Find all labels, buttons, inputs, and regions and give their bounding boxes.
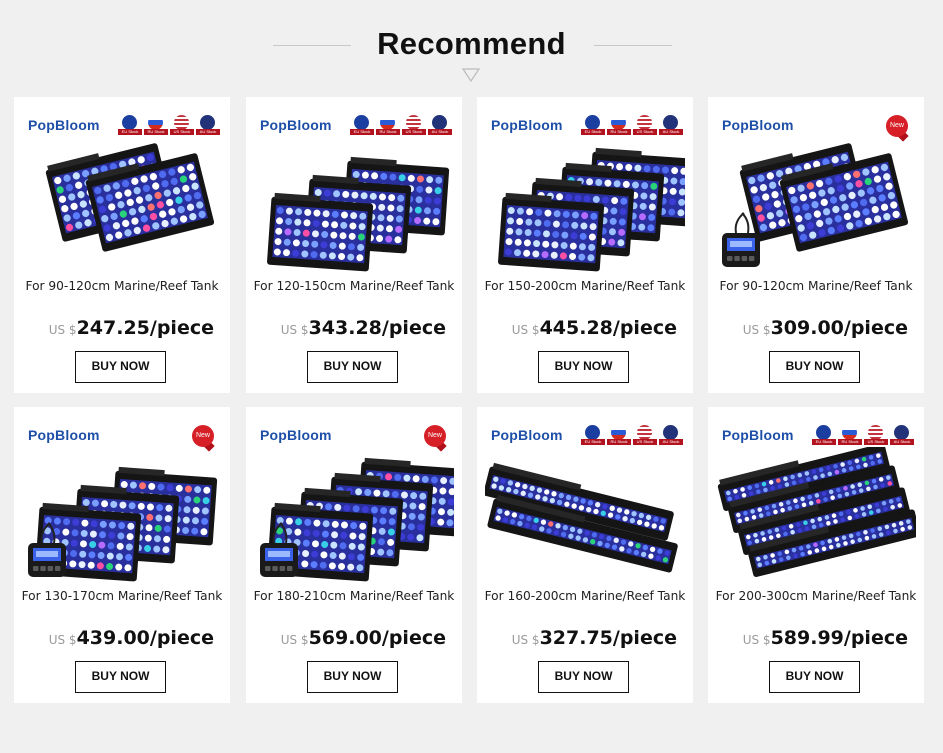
au-flag-icon: AU Stock: [196, 115, 220, 135]
product-description: For 160-200cm Marine/Reef Tank: [484, 589, 686, 603]
currency-prefix: US $: [280, 323, 309, 337]
product-price: US $569.00/piece: [281, 627, 446, 649]
stock-flags: EU Stock RU Stock US Stock AU Stock: [581, 425, 683, 445]
buy-now-button[interactable]: BUY NOW: [75, 661, 166, 693]
price-amount: 343.28/piece: [308, 317, 446, 339]
triangle-down-icon: [462, 68, 480, 82]
price-amount: 439.00/piece: [76, 627, 214, 649]
price-amount: 445.28/piece: [539, 317, 677, 339]
us-flag-icon: US Stock: [864, 425, 888, 445]
au-flag-icon: AU Stock: [659, 115, 683, 135]
price-amount: 327.75/piece: [539, 627, 677, 649]
currency-prefix: US $: [48, 323, 77, 337]
buy-now-button[interactable]: BUY NOW: [769, 351, 860, 383]
price-amount: 309.00/piece: [770, 317, 908, 339]
product-description: For 130-170cm Marine/Reef Tank: [21, 589, 223, 603]
buy-now-button[interactable]: BUY NOW: [307, 661, 398, 693]
buy-now-button[interactable]: BUY NOW: [75, 351, 166, 383]
product-price: US $309.00/piece: [743, 317, 908, 339]
product-description: For 200-300cm Marine/Reef Tank: [715, 589, 917, 603]
header-divider-right: [594, 45, 672, 46]
section-header: Recommend: [0, 0, 943, 92]
led-light-unit: [267, 192, 374, 272]
product-card[interactable]: PopBloom EU Stock RU Stock US Stock AU Stock…: [477, 407, 693, 703]
currency-prefix: US $: [511, 323, 540, 337]
brand-logo: PopBloom: [491, 427, 563, 443]
brand-logo: PopBloom: [491, 117, 563, 133]
product-card[interactable]: PopBloom EU Stock RU Stock US Stock AU Stock…: [14, 97, 230, 393]
eu-flag-icon: EU Stock: [118, 115, 142, 135]
product-price: US $589.99/piece: [743, 627, 908, 649]
product-description: For 90-120cm Marine/Reef Tank: [25, 279, 219, 293]
us-flag-icon: US Stock: [402, 115, 426, 135]
product-image[interactable]: [485, 137, 685, 277]
section-title: Recommend: [377, 26, 566, 61]
stock-flags: EU Stock RU Stock US Stock AU Stock: [350, 115, 452, 135]
au-flag-icon: AU Stock: [659, 425, 683, 445]
product-image[interactable]: [485, 447, 685, 587]
eu-flag-icon: EU Stock: [581, 115, 605, 135]
eu-flag-icon: EU Stock: [581, 425, 605, 445]
stock-flags: EU Stock RU Stock US Stock AU Stock: [812, 425, 914, 445]
eu-flag-icon: EU Stock: [812, 425, 836, 445]
product-price: US $445.28/piece: [512, 317, 677, 339]
stock-flags: EU Stock RU Stock US Stock AU Stock: [581, 115, 683, 135]
product-card[interactable]: PopBloom New For 180-210cm Marine/Reef Tan…: [246, 407, 462, 703]
product-card[interactable]: PopBloom EU Stock RU Stock US Stock AU Stock…: [708, 407, 924, 703]
product-price: US $247.25/piece: [49, 317, 214, 339]
au-flag-icon: AU Stock: [890, 425, 914, 445]
ru-flag-icon: RU Stock: [144, 115, 168, 135]
product-image[interactable]: [716, 447, 916, 587]
buy-now-button[interactable]: BUY NOW: [769, 661, 860, 693]
us-flag-icon: US Stock: [170, 115, 194, 135]
currency-prefix: US $: [511, 633, 540, 647]
currency-prefix: US $: [280, 633, 309, 647]
product-description: For 120-150cm Marine/Reef Tank: [253, 279, 455, 293]
brand-logo: PopBloom: [28, 117, 100, 133]
ru-flag-icon: RU Stock: [607, 425, 631, 445]
currency-prefix: US $: [742, 323, 771, 337]
product-image[interactable]: [22, 137, 222, 277]
price-amount: 247.25/piece: [76, 317, 214, 339]
product-card[interactable]: PopBloom New For 90-120cm Marine/Reef Tank…: [708, 97, 924, 393]
buy-now-button[interactable]: BUY NOW: [538, 661, 629, 693]
eu-flag-icon: EU Stock: [350, 115, 374, 135]
product-card[interactable]: PopBloom New For 130-170cm Marine/Reef Tan…: [14, 407, 230, 703]
brand-logo: PopBloom: [28, 427, 100, 443]
led-light-unit: [498, 192, 605, 272]
product-description: For 90-120cm Marine/Reef Tank: [719, 279, 913, 293]
ru-flag-icon: RU Stock: [376, 115, 400, 135]
currency-prefix: US $: [742, 633, 771, 647]
product-price: US $343.28/piece: [281, 317, 446, 339]
product-description: For 180-210cm Marine/Reef Tank: [253, 589, 455, 603]
product-card[interactable]: PopBloom EU Stock RU Stock US Stock AU Stock…: [246, 97, 462, 393]
us-flag-icon: US Stock: [633, 115, 657, 135]
us-flag-icon: US Stock: [633, 425, 657, 445]
buy-now-button[interactable]: BUY NOW: [307, 351, 398, 383]
currency-prefix: US $: [48, 633, 77, 647]
ru-flag-icon: RU Stock: [838, 425, 862, 445]
product-price: US $327.75/piece: [512, 627, 677, 649]
brand-logo: PopBloom: [722, 427, 794, 443]
stock-flags: EU Stock RU Stock US Stock AU Stock: [118, 115, 220, 135]
price-amount: 569.00/piece: [308, 627, 446, 649]
product-image[interactable]: [254, 137, 454, 277]
buy-now-button[interactable]: BUY NOW: [538, 351, 629, 383]
ru-flag-icon: RU Stock: [607, 115, 631, 135]
product-image[interactable]: [22, 447, 222, 587]
product-image[interactable]: [716, 137, 916, 277]
brand-logo: PopBloom: [722, 117, 794, 133]
brand-logo: PopBloom: [260, 117, 332, 133]
product-price: US $439.00/piece: [49, 627, 214, 649]
product-description: For 150-200cm Marine/Reef Tank: [484, 279, 686, 293]
price-amount: 589.99/piece: [770, 627, 908, 649]
au-flag-icon: AU Stock: [428, 115, 452, 135]
product-card[interactable]: PopBloom EU Stock RU Stock US Stock AU Stock…: [477, 97, 693, 393]
brand-logo: PopBloom: [260, 427, 332, 443]
product-image[interactable]: [254, 447, 454, 587]
